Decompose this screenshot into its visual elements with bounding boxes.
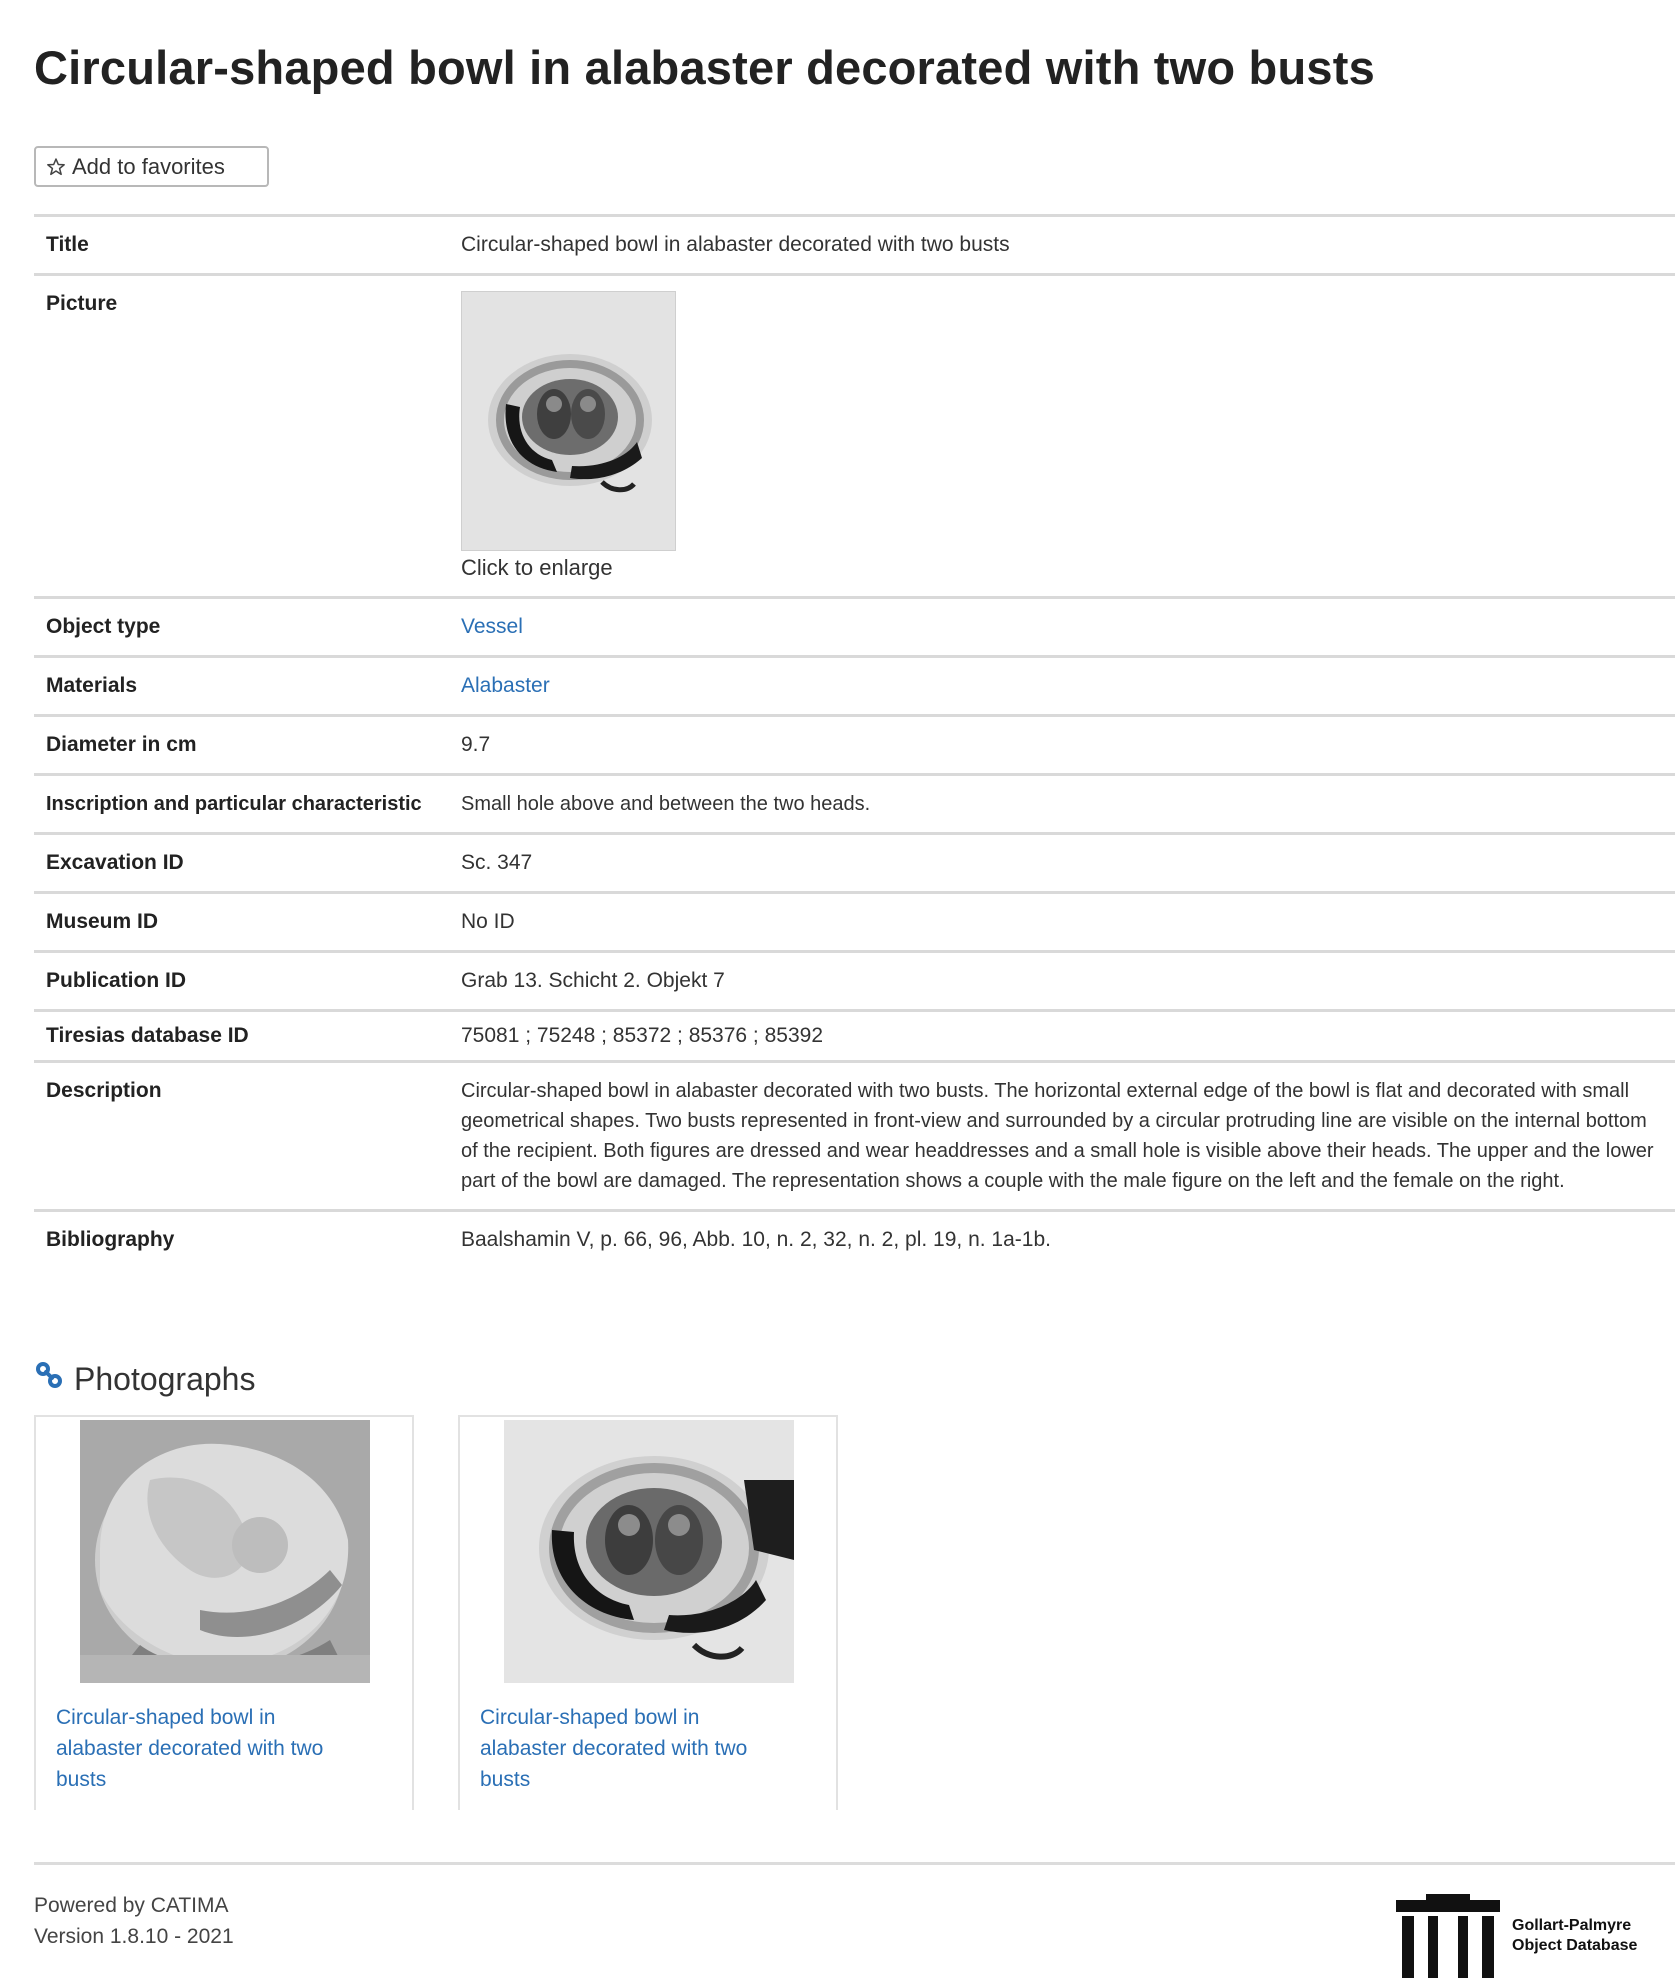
footer-divider bbox=[34, 1862, 1675, 1865]
photographs-heading-text: Photographs bbox=[74, 1360, 256, 1397]
attribute-label: Object type bbox=[34, 596, 449, 657]
logo-line-1: Gollart-Palmyre bbox=[1512, 1917, 1632, 1934]
attribute-label: Bibliography bbox=[34, 1209, 449, 1268]
attribute-row-description: Description Circular-shaped bowl in alab… bbox=[34, 1060, 1675, 1211]
attribute-label: Museum ID bbox=[34, 891, 449, 952]
attribute-row-tiresias-id: Tiresias database ID 75081 ; 75248 ; 853… bbox=[34, 1009, 1675, 1062]
attribute-label: Publication ID bbox=[34, 950, 449, 1011]
powered-by-text: Powered by CATIMA bbox=[34, 1894, 229, 1917]
photograph-thumbnail[interactable] bbox=[504, 1420, 794, 1683]
attribute-label: Description bbox=[34, 1060, 449, 1211]
logo-line-2: Object Database bbox=[1512, 1937, 1638, 1954]
page-container: Circular-shaped bowl in alabaster decora… bbox=[34, 0, 1675, 1978]
version-text: Version 1.8.10 - 2021 bbox=[34, 1925, 234, 1948]
attribute-row-title: Title Circular-shaped bowl in alabaster … bbox=[34, 214, 1675, 275]
footer-text: Powered by CATIMA Version 1.8.10 - 2021 bbox=[34, 1890, 234, 1952]
attribute-label: Materials bbox=[34, 655, 449, 716]
attribute-label: Diameter in cm bbox=[34, 714, 449, 775]
attribute-label: Title bbox=[34, 214, 449, 275]
attribute-row-museum-id: Museum ID No ID bbox=[34, 891, 1675, 952]
photographs-heading: Photographs bbox=[34, 1360, 255, 1398]
building-columns-icon bbox=[1396, 1894, 1500, 1978]
attribute-value: Sc. 347 bbox=[449, 832, 1675, 893]
click-to-enlarge-text: Click to enlarge bbox=[461, 555, 613, 580]
photograph-card[interactable]: Circular-shaped bowl in alabaster decora… bbox=[458, 1415, 838, 1810]
attribute-value: Small hole above and between the two hea… bbox=[449, 773, 1675, 834]
star-outline-icon bbox=[46, 157, 66, 177]
photograph-thumbnail[interactable] bbox=[80, 1420, 370, 1683]
photograph-caption-link[interactable]: Circular-shaped bowl in alabaster decora… bbox=[480, 1702, 790, 1795]
picture-thumbnail[interactable] bbox=[461, 291, 676, 551]
add-to-favorites-button[interactable]: Add to favorites bbox=[34, 146, 269, 187]
add-to-favorites-label: Add to favorites bbox=[72, 153, 225, 179]
attribute-value: Circular-shaped bowl in alabaster decora… bbox=[449, 1060, 1675, 1211]
attribute-label: Tiresias database ID bbox=[34, 1009, 449, 1062]
attribute-value: Circular-shaped bowl in alabaster decora… bbox=[449, 214, 1675, 275]
attribute-label: Inscription and particular characteristi… bbox=[34, 773, 449, 834]
attribute-value: 9.7 bbox=[449, 714, 1675, 775]
photograph-card[interactable]: Circular-shaped bowl in alabaster decora… bbox=[34, 1415, 414, 1810]
attributes-table: Title Circular-shaped bowl in alabaster … bbox=[34, 214, 1675, 1268]
attribute-row-diameter: Diameter in cm 9.7 bbox=[34, 714, 1675, 775]
attribute-row-materials: Materials Alabaster bbox=[34, 655, 1675, 716]
attribute-label: Picture bbox=[34, 273, 449, 598]
attribute-value: No ID bbox=[449, 891, 1675, 952]
attribute-row-object-type: Object type Vessel bbox=[34, 596, 1675, 657]
photograph-caption-link[interactable]: Circular-shaped bowl in alabaster decora… bbox=[56, 1702, 366, 1795]
attribute-value: 75081 ; 75248 ; 85372 ; 85376 ; 85392 bbox=[449, 1009, 1675, 1062]
link-icon bbox=[34, 1360, 64, 1398]
attribute-row-picture: Picture Click to enlarge bbox=[34, 273, 1675, 598]
attribute-row-publication-id: Publication ID Grab 13. Schicht 2. Objek… bbox=[34, 950, 1675, 1011]
object-type-link[interactable]: Vessel bbox=[461, 615, 523, 638]
attribute-value: Baalshamin V, p. 66, 96, Abb. 10, n. 2, … bbox=[449, 1209, 1675, 1268]
attribute-row-excavation-id: Excavation ID Sc. 347 bbox=[34, 832, 1675, 893]
attribute-value: Grab 13. Schicht 2. Objekt 7 bbox=[449, 950, 1675, 1011]
attribute-row-inscription: Inscription and particular characteristi… bbox=[34, 773, 1675, 834]
attribute-row-bibliography: Bibliography Baalshamin V, p. 66, 96, Ab… bbox=[34, 1209, 1675, 1268]
materials-link[interactable]: Alabaster bbox=[461, 674, 550, 697]
page-title: Circular-shaped bowl in alabaster decora… bbox=[34, 41, 1375, 94]
attribute-value: Click to enlarge bbox=[449, 273, 1675, 598]
footer-logo: Gollart-Palmyre Object Database bbox=[1392, 1892, 1637, 1978]
attribute-label: Excavation ID bbox=[34, 832, 449, 893]
